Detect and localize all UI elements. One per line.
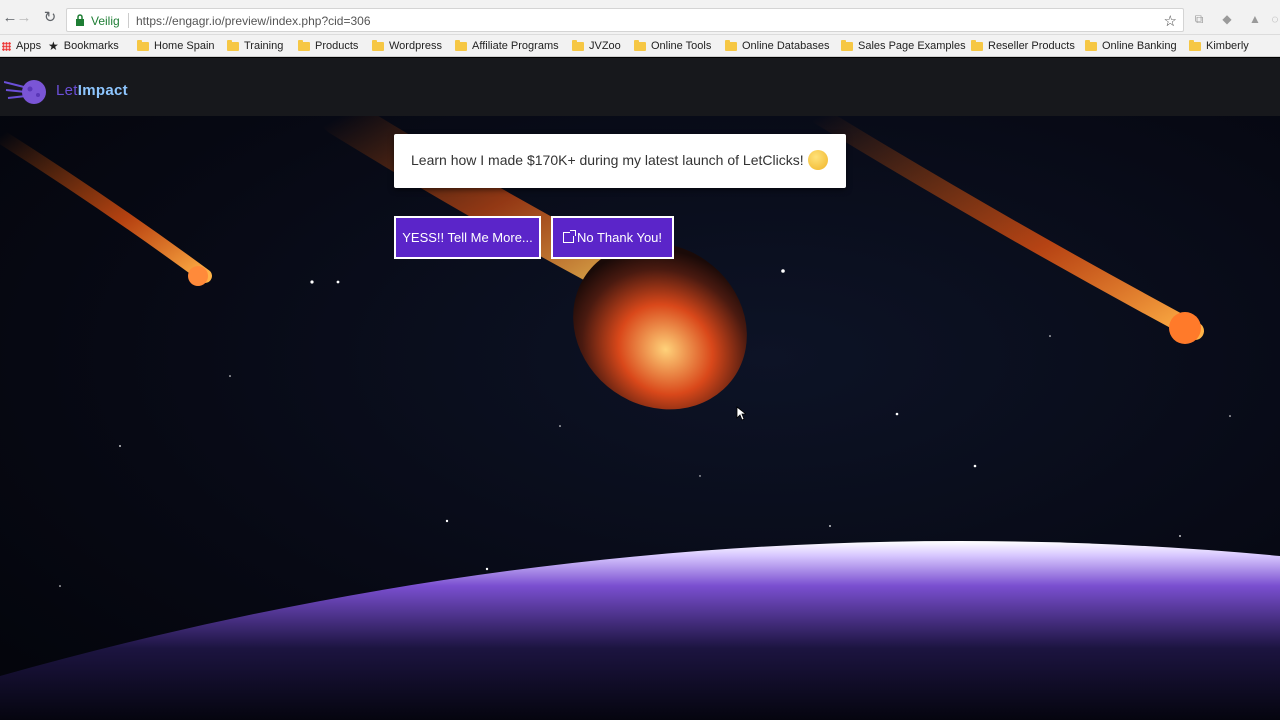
bookmark-training[interactable]: Training xyxy=(227,38,283,54)
folder-icon xyxy=(298,39,310,51)
url-text[interactable]: https://engagr.io/preview/index.php?cid=… xyxy=(136,14,371,28)
no-thank-you-button[interactable]: No Thank You! xyxy=(551,216,674,259)
bookmark-online-tools[interactable]: Online Tools xyxy=(634,38,711,54)
external-link-icon xyxy=(562,230,576,243)
extension-dropbox-icon[interactable]: ◆ xyxy=(1220,12,1234,26)
bookmark-label: Kimberly xyxy=(1206,40,1249,52)
bookmark-label: Home Spain xyxy=(154,40,215,52)
mouse-cursor-icon xyxy=(736,406,746,421)
bookmark-label: JVZoo xyxy=(589,40,621,52)
tell-me-more-button[interactable]: YESS!! Tell Me More... xyxy=(394,216,541,259)
folder-icon xyxy=(455,39,467,51)
extension-code-icon[interactable]: ⧉ xyxy=(1192,12,1206,26)
bookmark-label: Training xyxy=(244,40,284,52)
bookmark-label: Online Banking xyxy=(1102,40,1177,52)
bookmark-label: Wordpress xyxy=(389,40,442,52)
reload-icon[interactable]: ↻ xyxy=(40,8,60,28)
folder-icon xyxy=(137,39,149,51)
bookmark-sales-page-examples[interactable]: Sales Page Examples xyxy=(841,38,966,54)
address-bar[interactable]: Veilig https://engagr.io/preview/index.p… xyxy=(66,8,1184,32)
bookmark-bookmarks[interactable]: ★ Bookmarks xyxy=(48,38,119,54)
folder-icon xyxy=(634,39,646,51)
bookmark-online-banking[interactable]: Online Banking xyxy=(1085,38,1177,54)
forward-arrow-icon[interactable]: → xyxy=(14,8,34,28)
folder-icon xyxy=(372,39,384,51)
bookmark-products[interactable]: Products xyxy=(298,38,358,54)
folder-icon xyxy=(725,39,737,51)
bookmark-apps[interactable]: Apps xyxy=(2,38,41,54)
logo-meteor-icon xyxy=(4,80,46,104)
secure-label: Veilig xyxy=(91,14,120,28)
bookmark-affiliate-programs[interactable]: Affiliate Programs xyxy=(455,38,559,54)
lock-icon xyxy=(76,14,84,26)
logo-text-let: Let xyxy=(56,82,78,99)
bookmark-label: Apps xyxy=(16,40,42,52)
bookmark-label: Bookmarks xyxy=(63,40,119,52)
extension-menu-icon[interactable]: ◌ xyxy=(1268,12,1280,26)
bookmark-label: Online Tools xyxy=(651,40,712,52)
logo-text-impact: Impact xyxy=(77,82,128,99)
bookmark-label: Sales Page Examples xyxy=(858,40,966,52)
bookmark-jvzoo[interactable]: JVZoo xyxy=(572,38,621,54)
bookmarks-bar: Apps ★ Bookmarks Home Spain Training Pro… xyxy=(0,35,1280,57)
bookmark-label: Affiliate Programs xyxy=(472,40,559,52)
bookmark-online-databases[interactable]: Online Databases xyxy=(725,38,829,54)
promo-message: Learn how I made $170K+ during my latest… xyxy=(411,152,804,168)
site-logo[interactable]: LetImpact xyxy=(56,82,128,99)
star-icon[interactable]: ☆ xyxy=(1164,12,1177,30)
folder-icon xyxy=(1189,39,1201,51)
no-thank-you-label: No Thank You! xyxy=(576,230,663,245)
bookmark-label: Online Databases xyxy=(742,40,830,52)
bookmark-home-spain[interactable]: Home Spain xyxy=(137,38,215,54)
folder-icon xyxy=(227,39,239,51)
folder-icon xyxy=(841,39,853,51)
bookmark-label: Reseller Products xyxy=(988,40,1075,52)
hero-background: Learn how I made $170K+ during my latest… xyxy=(0,116,1280,720)
bookmark-label: Products xyxy=(315,40,359,52)
folder-icon xyxy=(1085,39,1097,51)
site-header: LetImpact xyxy=(0,58,1280,116)
star-icon: ★ xyxy=(48,39,59,53)
extension-drive-icon[interactable]: ▲ xyxy=(1248,12,1262,26)
space-scene-illustration xyxy=(0,116,1280,720)
bookmark-wordpress[interactable]: Wordpress xyxy=(372,38,442,54)
folder-icon xyxy=(572,39,584,51)
apps-grid-icon xyxy=(2,41,11,51)
bookmark-reseller-products[interactable]: Reseller Products xyxy=(971,38,1075,54)
folder-icon xyxy=(971,39,983,51)
browser-address-row: ← → ↻ Veilig https://engagr.io/preview/i… xyxy=(0,0,1280,35)
thinking-face-icon xyxy=(808,150,828,170)
url-divider xyxy=(128,13,129,28)
bookmark-kimberly[interactable]: Kimberly xyxy=(1189,38,1249,54)
promo-popup: Learn how I made $170K+ during my latest… xyxy=(394,134,846,188)
